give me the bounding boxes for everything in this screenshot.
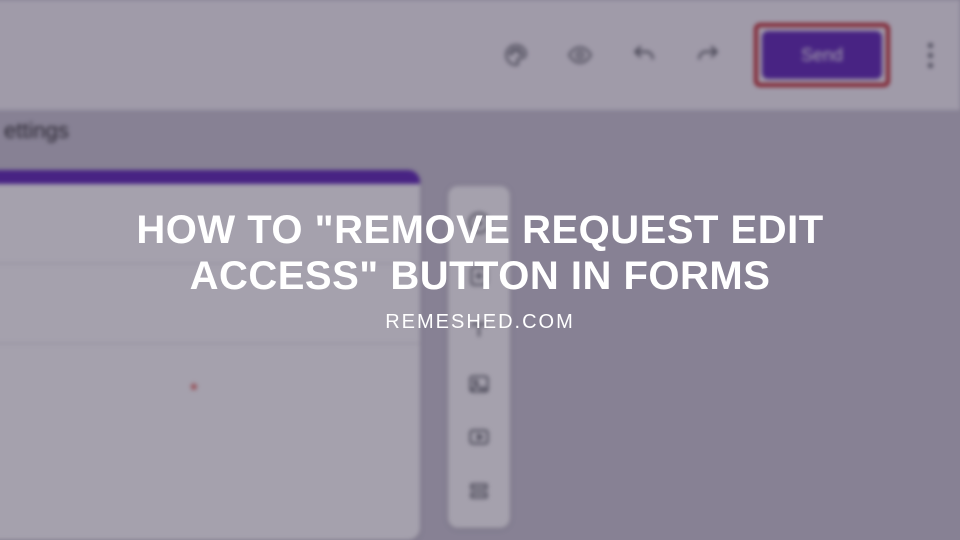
overlay-headline: HOW TO "REMOVE REQUEST EDIT ACCESS" BUTT… (60, 207, 900, 299)
overlay-subline: REMESHED.COM (385, 311, 575, 334)
overlay-text-wrap: HOW TO "REMOVE REQUEST EDIT ACCESS" BUTT… (0, 0, 960, 540)
screenshot-stage: Send ettings * (0, 0, 960, 540)
